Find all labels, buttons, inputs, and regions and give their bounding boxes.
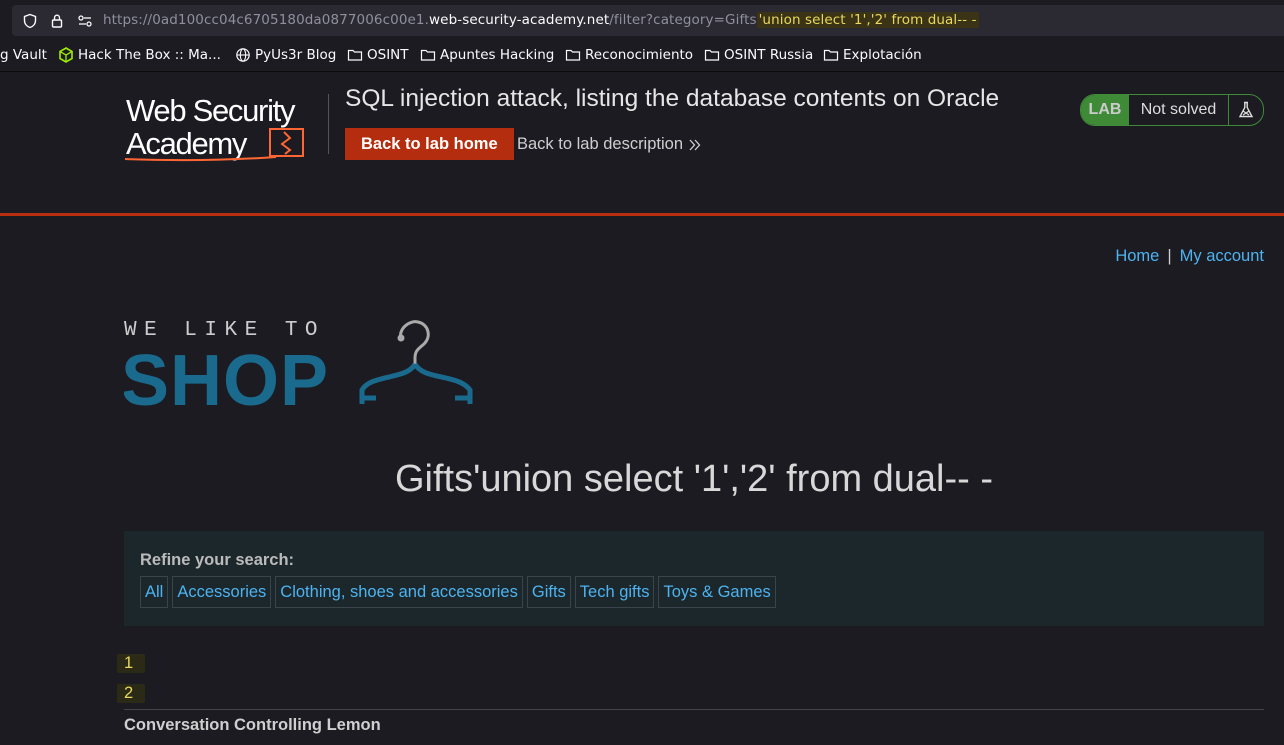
injected-result-1: 1 [117, 654, 146, 673]
bookmark-label: PyUs3r Blog [255, 47, 337, 63]
permissions-icon[interactable] [77, 13, 93, 29]
url-bar[interactable]: https://0ad100cc04c6705180da0877006c00e1… [12, 5, 1284, 36]
back-desc-label: Back to lab description [517, 135, 684, 153]
lab-title: SQL injection attack, listing the databa… [345, 85, 1000, 112]
folder-icon [565, 49, 581, 61]
bookmark-folder-osint[interactable]: OSINT [347, 47, 409, 63]
lab-status-widget[interactable]: LAB Not solved [1080, 94, 1264, 126]
folder-icon [704, 49, 720, 61]
bookmark-folder-reconocimiento[interactable]: Reconocimiento [565, 47, 693, 63]
header-divider [328, 94, 329, 154]
url-injection: 'union select '1','2' from dual-- - [756, 12, 979, 28]
back-to-lab-home-button[interactable]: Back to lab home [345, 128, 514, 160]
bookmark-label: Apuntes Hacking [440, 47, 555, 63]
shop-tagline: WE LIKE TO [124, 319, 325, 342]
url-prefix: https://0ad100cc04c6705180da0877006c00e1… [103, 12, 430, 28]
globe-icon [236, 48, 250, 62]
url-text[interactable]: https://0ad100cc04c6705180da0877006c00e1… [103, 12, 979, 28]
folder-icon [420, 49, 436, 61]
refine-label: Refine your search: [140, 551, 295, 569]
top-nav: Home | My account [1115, 247, 1264, 266]
filter-clothing[interactable]: Clothing, shoes and accessories [275, 576, 523, 608]
bookmark-label: OSINT [367, 47, 409, 63]
shield-icon[interactable] [22, 13, 38, 29]
filter-tech-gifts[interactable]: Tech gifts [574, 576, 655, 608]
bookmark-folder-apuntes[interactable]: Apuntes Hacking [420, 47, 554, 63]
web-security-academy-logo[interactable]: Web Security Academy [124, 90, 329, 162]
url-host: web-security-academy.net [429, 12, 610, 28]
folder-icon [823, 49, 839, 61]
logo-line2: Academy [126, 126, 248, 161]
bookmark-label: OSINT Russia [724, 47, 814, 63]
refine-search-panel: Refine your search: All Accessories Clot… [124, 531, 1264, 626]
category-heading: Gifts'union select '1','2' from dual-- - [394, 458, 994, 500]
back-to-lab-description-link[interactable]: Back to lab description [517, 135, 701, 154]
injected-result-2: 2 [117, 684, 146, 703]
filter-accessories[interactable]: Accessories [172, 576, 272, 608]
filter-gifts[interactable]: Gifts [526, 576, 571, 608]
my-account-link[interactable]: My account [1180, 247, 1264, 265]
we-like-to-shop-logo: WE LIKE TO SHOP [124, 319, 473, 410]
flask-icon-wrap[interactable] [1228, 95, 1263, 125]
url-path: /filter?category=Gifts [609, 12, 757, 28]
product-name: Conversation Controlling Lemon [124, 716, 381, 734]
filter-toys-games[interactable]: Toys & Games [658, 576, 776, 608]
lab-status-text: Not solved [1140, 101, 1217, 118]
bookmark-label: Hack The Box :: Ma... [78, 47, 221, 63]
lab-badge: LAB [1081, 95, 1129, 125]
bookmark-pyus3r-blog[interactable]: PyUs3r Blog [235, 47, 336, 63]
browser-toolbar: https://0ad100cc04c6705180da0877006c00e1… [0, 0, 1284, 40]
bookmark-hackthebox[interactable]: Hack The Box :: Ma... [58, 47, 221, 63]
lab-header: Web Security Academy SQL injection attac… [0, 72, 1284, 216]
flask-icon [1238, 101, 1254, 118]
bookmark-label: Explotación [843, 47, 922, 63]
bookmark-label: g Vault [0, 47, 47, 63]
hanger-icon [359, 320, 473, 404]
bookmark-label: Reconocimiento [585, 47, 694, 63]
shop-word: SHOP [124, 341, 329, 410]
home-link[interactable]: Home [1115, 247, 1159, 265]
filter-all[interactable]: All [140, 576, 169, 608]
category-filters: All Accessories Clothing, shoes and acce… [140, 576, 776, 608]
logo-line1: Web Security [126, 93, 296, 128]
bookmark-vault[interactable]: g Vault [0, 47, 47, 63]
bookmark-folder-osint-russia[interactable]: OSINT Russia [704, 47, 813, 63]
nav-separator: | [1167, 247, 1172, 265]
htb-icon [59, 47, 73, 63]
lock-icon[interactable] [49, 13, 65, 29]
result-divider [124, 709, 1264, 710]
bookmark-folder-explotacion[interactable]: Explotación [823, 47, 922, 63]
double-chevron-right-icon [689, 139, 701, 150]
bookmarks-bar: g Vault Hack The Box :: Ma... PyUs3r Blo… [0, 40, 1284, 72]
folder-icon [347, 49, 363, 61]
